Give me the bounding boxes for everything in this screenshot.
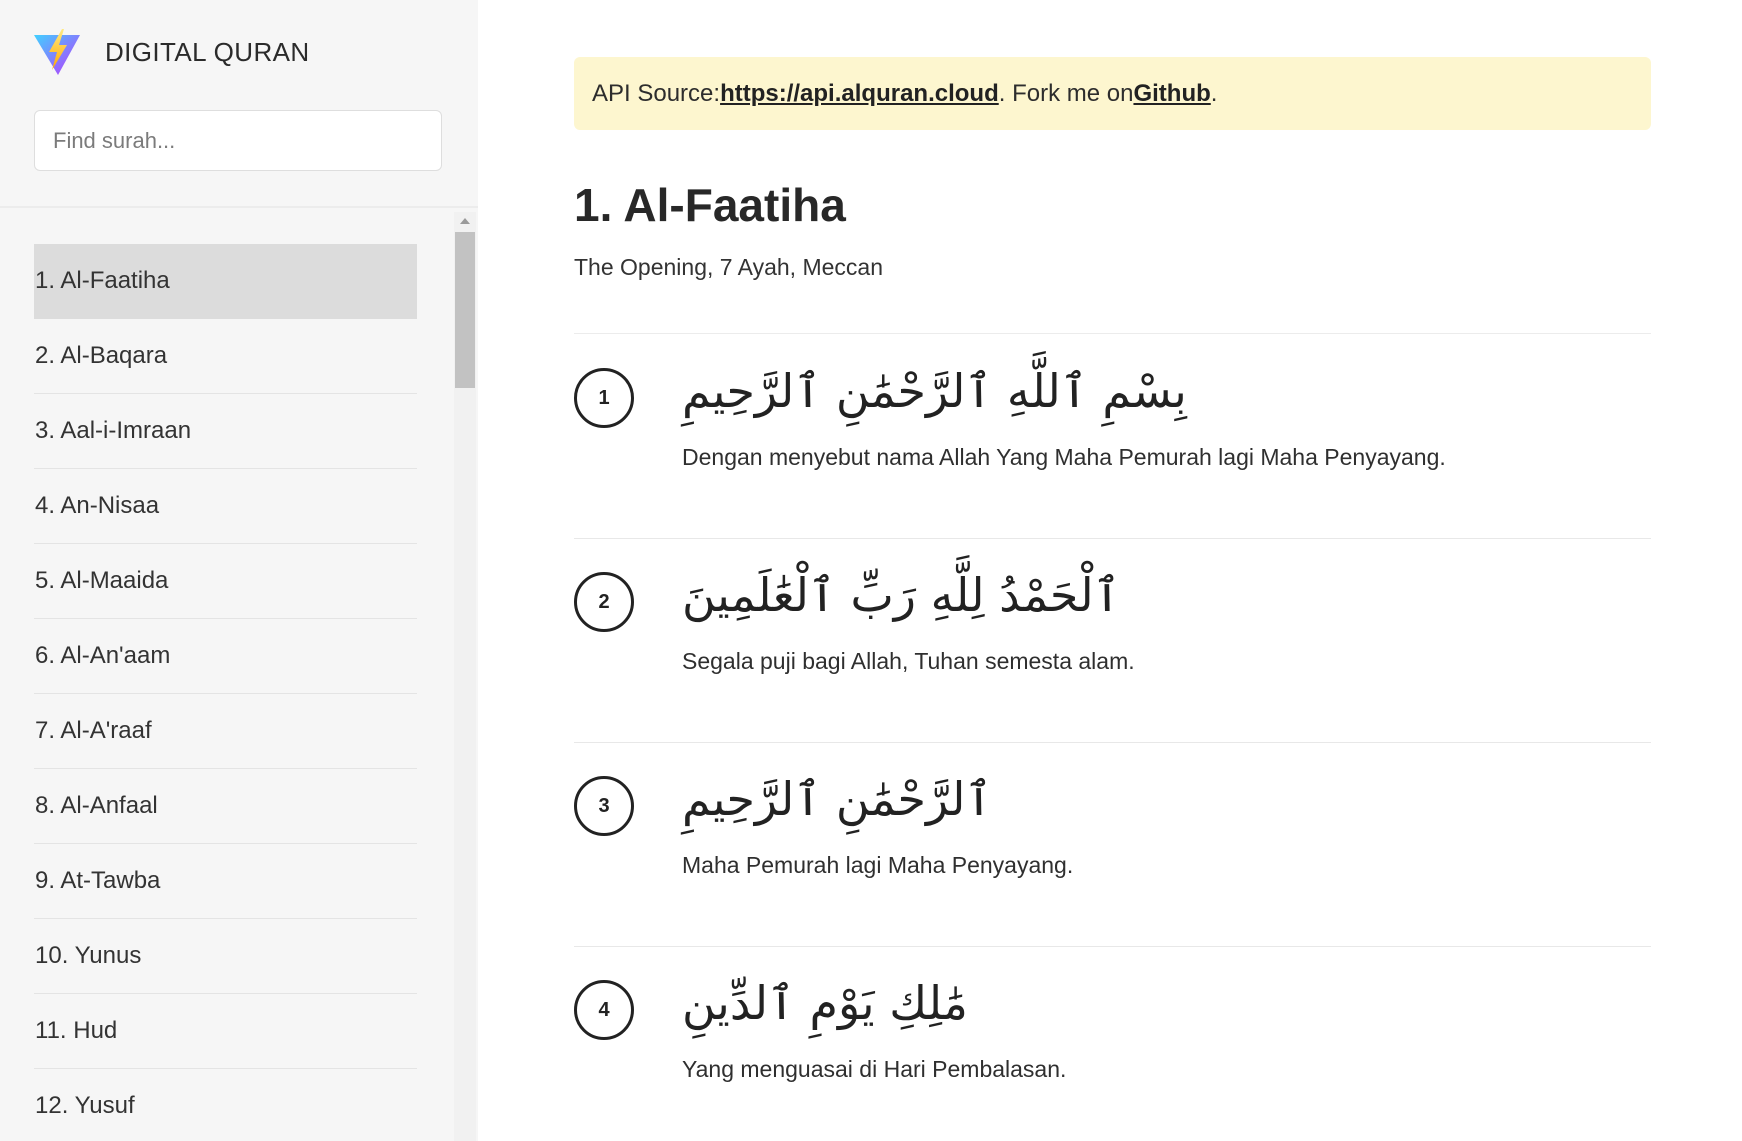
surah-list: 1. Al-Faatiha 2. Al-Baqara 3. Aal-i-Imra… [34, 244, 417, 1141]
sidebar-item-al-anfaal[interactable]: 8. Al-Anfaal [34, 769, 417, 844]
sidebar-item-at-tawba[interactable]: 9. At-Tawba [34, 844, 417, 919]
ayah-item: 1 بِسْمِ ٱللَّهِ ٱلرَّحْمَٰنِ ٱلرَّحِيمِ… [574, 334, 1651, 539]
ayah-arabic-text: مَٰلِكِ يَوْمِ ٱلدِّينِ [682, 976, 968, 1030]
ayah-arabic-text: ٱلرَّحْمَٰنِ ٱلرَّحِيمِ [682, 772, 993, 826]
app-title: DIGITAL QURAN [105, 36, 310, 67]
ayah-translation: Dengan menyebut nama Allah Yang Maha Pem… [682, 444, 1446, 470]
ayah-number-badge: 3 [574, 776, 634, 836]
api-source-notice: API Source: https://api.alquran.cloud. F… [574, 57, 1651, 130]
github-link[interactable]: Github [1133, 80, 1210, 108]
logo-icon [34, 29, 80, 75]
sidebar-item-al-anaam[interactable]: 6. Al-An'aam [34, 619, 417, 694]
ayah-translation: Yang menguasai di Hari Pembalasan. [682, 1056, 1067, 1082]
ayah-translation: Maha Pemurah lagi Maha Penyayang. [682, 852, 1074, 878]
sidebar-item-aal-i-imraan[interactable]: 3. Aal-i-Imraan [34, 394, 417, 469]
scroll-thumb[interactable] [455, 232, 475, 388]
sidebar: DIGITAL QURAN 1. Al-Faatiha 2. Al-Baqara… [0, 0, 478, 1141]
ayah-number-badge: 2 [574, 572, 634, 632]
surah-title: 1. Al-Faatiha [574, 179, 846, 231]
sidebar-item-al-araaf[interactable]: 7. Al-A'raaf [34, 694, 417, 769]
sidebar-item-al-faatiha[interactable]: 1. Al-Faatiha [34, 244, 417, 319]
sidebar-divider [0, 206, 478, 208]
ayah-translation: Segala puji bagi Allah, Tuhan semesta al… [682, 648, 1135, 674]
sidebar-item-al-baqara[interactable]: 2. Al-Baqara [34, 319, 417, 394]
ayah-arabic-text: بِسْمِ ٱللَّهِ ٱلرَّحْمَٰنِ ٱلرَّحِيمِ [682, 364, 1187, 418]
brand: DIGITAL QURAN [33, 28, 310, 76]
ayah-item: 4 مَٰلِكِ يَوْمِ ٱلدِّينِ Yang menguasai… [574, 946, 1651, 1141]
ayah-item: 2 ٱلْحَمْدُ لِلَّهِ رَبِّ ٱلْعَٰلَمِينَ … [574, 538, 1651, 743]
api-source-link[interactable]: https://api.alquran.cloud [720, 80, 999, 108]
sidebar-item-hud[interactable]: 11. Hud [34, 994, 417, 1069]
ayah-item: 3 ٱلرَّحْمَٰنِ ٱلرَّحِيمِ Maha Pemurah l… [574, 742, 1651, 947]
sidebar-item-al-maaida[interactable]: 5. Al-Maaida [34, 544, 417, 619]
scroll-up-arrow-icon[interactable] [460, 218, 470, 224]
ayah-arabic-text: ٱلْحَمْدُ لِلَّهِ رَبِّ ٱلْعَٰلَمِينَ [682, 568, 1121, 622]
sidebar-item-an-nisaa[interactable]: 4. An-Nisaa [34, 469, 417, 544]
search-input[interactable] [34, 110, 442, 171]
sidebar-item-yunus[interactable]: 10. Yunus [34, 919, 417, 994]
main-content: API Source: https://api.alquran.cloud. F… [478, 0, 1742, 1141]
notice-middle: . Fork me on [998, 79, 1134, 107]
ayah-number-badge: 1 [574, 368, 634, 428]
notice-prefix: API Source: [592, 79, 721, 107]
sidebar-scrollbar[interactable] [454, 212, 476, 1141]
ayah-number-badge: 4 [574, 980, 634, 1040]
surah-meta: The Opening, 7 Ayah, Meccan [574, 254, 883, 280]
sidebar-item-yusuf[interactable]: 12. Yusuf [34, 1069, 417, 1141]
notice-suffix: . [1210, 79, 1218, 107]
